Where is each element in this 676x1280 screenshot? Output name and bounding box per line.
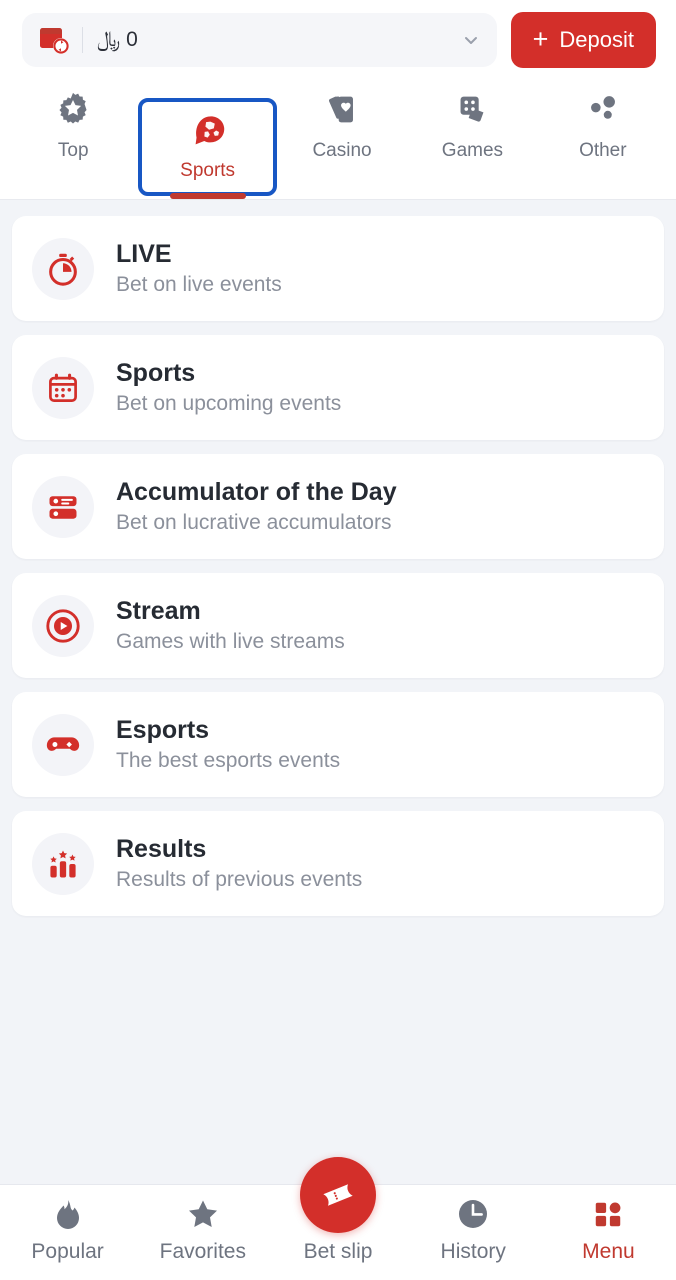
list-item-text: Accumulator of the Day Bet on lucrative … (116, 479, 397, 534)
menu-list: LIVE Bet on live events Sports Bet on up… (0, 200, 676, 1184)
gear-star-icon (52, 88, 94, 132)
list-item-live[interactable]: LIVE Bet on live events (12, 216, 664, 321)
football-chat-icon (187, 108, 229, 152)
list-item-results[interactable]: Results Results of previous events (12, 811, 664, 916)
grid-icon (592, 1195, 624, 1233)
list-item-title: Sports (116, 358, 196, 387)
nav-item-betslip[interactable]: Bet slip (270, 1157, 405, 1263)
list-item-title: LIVE (116, 239, 172, 268)
playing-cards-icon (321, 88, 363, 132)
list-item-text: LIVE Bet on live events (116, 241, 282, 296)
nav-label-history: History (440, 1240, 506, 1263)
category-tabs: Top Sports Casino Games Other (0, 78, 676, 200)
list-item-subtitle: Bet on lucrative accumulators (116, 511, 392, 535)
balance-selector[interactable]: 0 ﷼ (22, 13, 497, 67)
active-tab-indicator (169, 193, 246, 199)
list-item-title: Accumulator of the Day (116, 477, 397, 506)
nav-label-favorites: Favorites (159, 1240, 246, 1263)
list-item-stream[interactable]: Stream Games with live streams (12, 573, 664, 678)
nav-label-popular: Popular (31, 1240, 104, 1263)
tab-games[interactable]: Games (407, 78, 537, 199)
list-item-text: Stream Games with live streams (116, 598, 345, 653)
list-item-title: Stream (116, 596, 201, 625)
deposit-label: Deposit (559, 27, 634, 52)
list-item-text: Esports The best esports events (116, 717, 340, 772)
tab-casino[interactable]: Casino (277, 78, 407, 199)
pill-divider (82, 27, 83, 53)
list-item-text: Sports Bet on upcoming events (116, 360, 341, 415)
tab-label-other: Other (579, 140, 627, 161)
tab-label-games: Games (441, 140, 504, 161)
app-root: 0 ﷼ + Deposit Top Sports Casino Games Ot… (0, 0, 676, 1280)
list-rows-icon (32, 475, 94, 538)
nav-label-betslip: Bet slip (303, 1240, 373, 1263)
list-item-esports[interactable]: Esports The best esports events (12, 692, 664, 797)
list-item-subtitle: Bet on upcoming events (116, 392, 342, 416)
tab-label-top: Top (57, 140, 89, 161)
list-item-subtitle: The best esports events (116, 749, 341, 773)
nav-item-popular[interactable]: Popular (0, 1195, 135, 1262)
three-dots-icon (582, 88, 624, 132)
balance-amount: 0 ﷼ (97, 28, 138, 51)
nav-label-menu: Menu (582, 1240, 635, 1263)
play-circle-icon (32, 594, 94, 657)
calendar-icon (32, 356, 94, 419)
chevron-down-icon[interactable] (461, 30, 481, 50)
podium-stars-icon (32, 832, 94, 895)
wallet-refresh-icon (36, 23, 70, 57)
top-bar: 0 ﷼ + Deposit (0, 0, 676, 78)
gamepad-icon (32, 713, 94, 776)
list-item-subtitle: Results of previous events (116, 868, 363, 892)
flame-icon (51, 1195, 85, 1233)
tab-other[interactable]: Other (538, 78, 668, 199)
nav-item-favorites[interactable]: Favorites (135, 1195, 270, 1262)
list-item-title: Esports (116, 715, 210, 744)
clock-icon (456, 1195, 490, 1233)
tab-sports[interactable]: Sports (138, 98, 277, 199)
list-item-subtitle: Games with live streams (116, 630, 345, 654)
list-item-subtitle: Bet on live events (116, 273, 282, 297)
star-icon (186, 1195, 220, 1233)
list-item-title: Results (116, 834, 207, 863)
dice-icon (451, 88, 493, 132)
deposit-button[interactable]: + Deposit (510, 12, 656, 68)
list-item-accumulator[interactable]: Accumulator of the Day Bet on lucrative … (12, 454, 664, 559)
tab-label-sports: Sports (180, 160, 236, 181)
tab-top[interactable]: Top (8, 78, 138, 199)
bottom-navigation: Popular Favorites Bet slip History Menu (0, 1157, 676, 1280)
tab-label-casino: Casino (312, 140, 372, 161)
list-item-text: Results Results of previous events (116, 836, 362, 891)
ticket-icon (300, 1157, 376, 1233)
plus-icon: + (532, 23, 549, 54)
nav-item-history[interactable]: History (406, 1195, 541, 1262)
nav-item-menu[interactable]: Menu (541, 1195, 676, 1262)
list-item-sports[interactable]: Sports Bet on upcoming events (12, 335, 664, 440)
stopwatch-icon (32, 237, 94, 300)
